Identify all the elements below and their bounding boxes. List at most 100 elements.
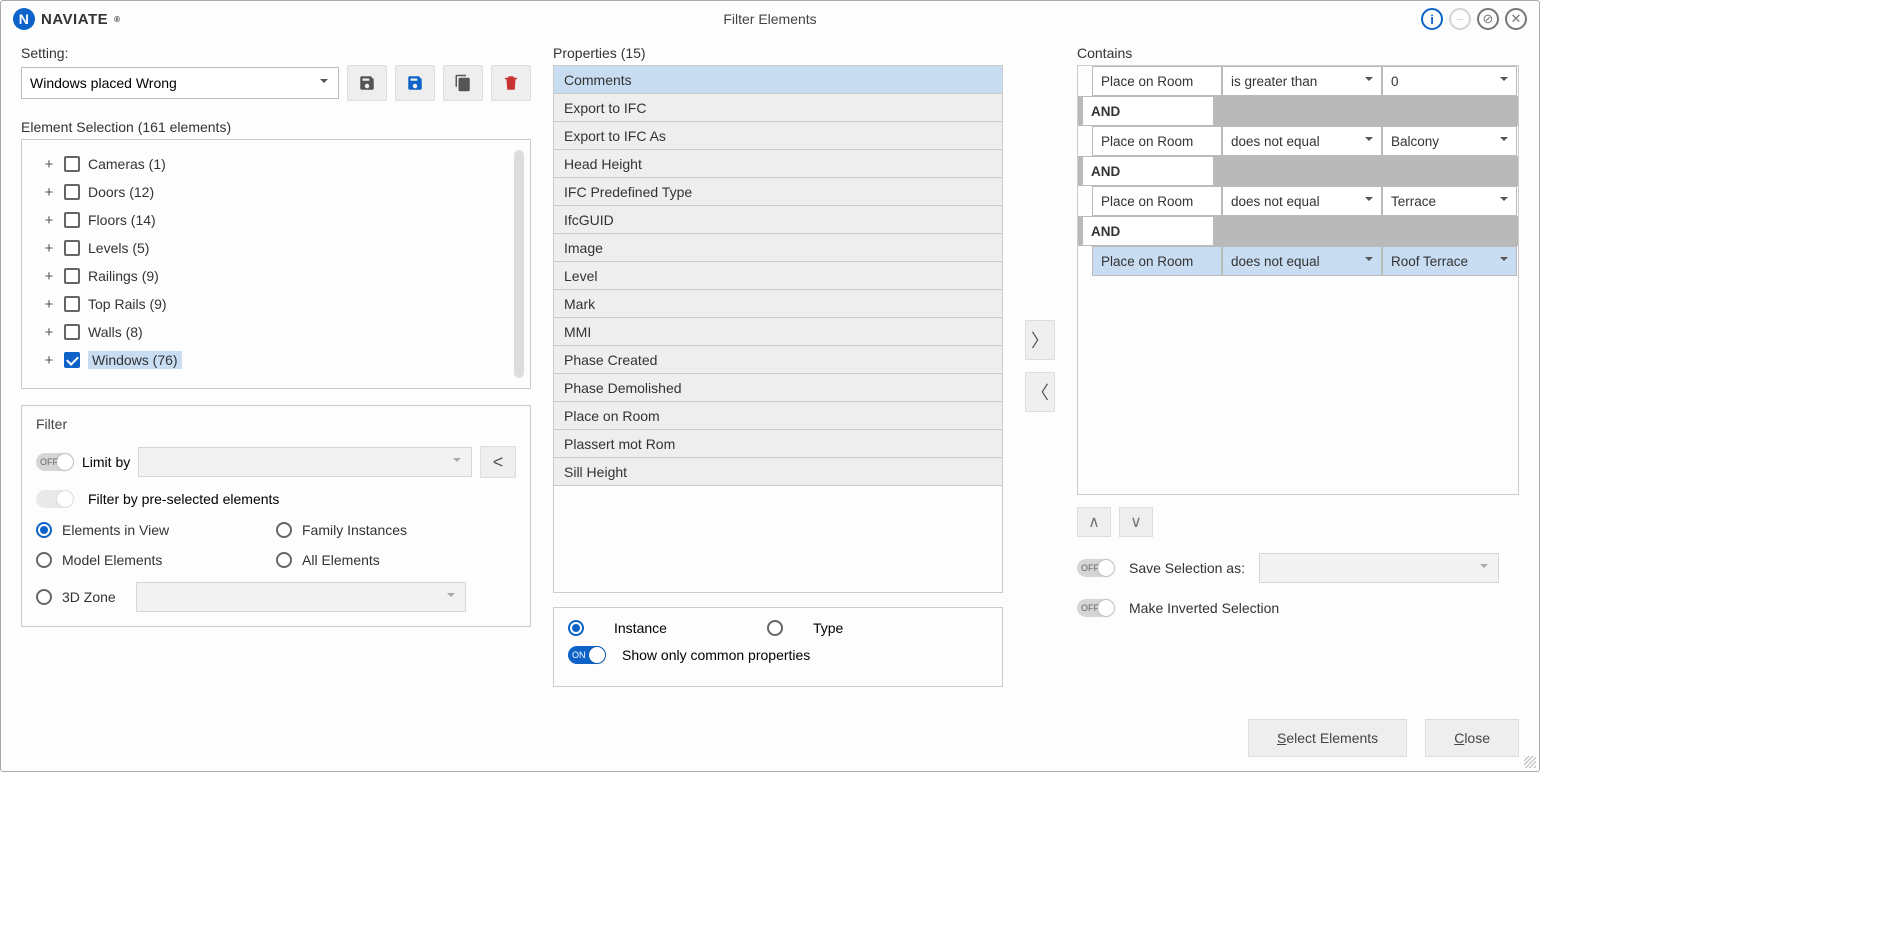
property-item[interactable]: Export to IFC: [554, 94, 1002, 122]
property-item[interactable]: Phase Demolished: [554, 374, 1002, 402]
rule-field[interactable]: Place on Room: [1092, 126, 1222, 156]
property-item[interactable]: IfcGUID: [554, 206, 1002, 234]
expand-icon[interactable]: +: [42, 324, 56, 341]
checkbox[interactable]: [64, 240, 80, 256]
properties-options: Instance Type ON Show only common proper…: [553, 607, 1003, 687]
preselected-toggle[interactable]: [36, 490, 74, 508]
minimize-icon: −: [1449, 8, 1471, 30]
tree-item[interactable]: + Top Rails (9): [42, 290, 526, 318]
expand-icon[interactable]: +: [42, 156, 56, 173]
preselected-label: Filter by pre-selected elements: [88, 491, 279, 507]
radio-instance[interactable]: [568, 620, 584, 636]
logic-cell[interactable]: AND: [1082, 216, 1214, 246]
expand-icon[interactable]: +: [42, 184, 56, 201]
move-rule-up-button[interactable]: ∧: [1077, 507, 1111, 537]
tree-item[interactable]: + Doors (12): [42, 178, 526, 206]
radio-type[interactable]: [767, 620, 783, 636]
expand-icon[interactable]: +: [42, 268, 56, 285]
delete-button[interactable]: [491, 65, 531, 101]
resize-grip[interactable]: [1524, 756, 1536, 768]
rule-operator[interactable]: does not equal: [1222, 126, 1382, 156]
close-button[interactable]: Close: [1425, 719, 1519, 757]
radio-3d-zone[interactable]: [36, 589, 52, 605]
tree-item-label: Floors (14): [88, 212, 156, 228]
checkbox[interactable]: [64, 156, 80, 172]
checkbox[interactable]: [64, 212, 80, 228]
property-item[interactable]: Sill Height: [554, 458, 1002, 486]
contains-label: Contains: [1077, 45, 1519, 61]
property-item[interactable]: Head Height: [554, 150, 1002, 178]
rule-value[interactable]: 0: [1382, 66, 1517, 96]
rule-operator[interactable]: is greater than: [1222, 66, 1382, 96]
show-common-toggle[interactable]: ON: [568, 646, 606, 664]
save-button[interactable]: [347, 65, 387, 101]
rule-row: Place on Room does not equal Terrace: [1078, 186, 1518, 216]
setting-combo[interactable]: Windows placed Wrong: [21, 67, 339, 99]
radio-all-elements[interactable]: [276, 552, 292, 568]
rule-row: AND: [1078, 156, 1518, 186]
checkbox[interactable]: [64, 296, 80, 312]
duplicate-button[interactable]: [443, 65, 483, 101]
tree-item[interactable]: + Walls (8): [42, 318, 526, 346]
property-item[interactable]: Place on Room: [554, 402, 1002, 430]
tree-item[interactable]: + Floors (14): [42, 206, 526, 234]
remove-rule-button[interactable]: 〈: [1025, 372, 1055, 412]
radio-family-instances[interactable]: [276, 522, 292, 538]
invert-selection-toggle[interactable]: OFF: [1077, 599, 1115, 617]
info-icon[interactable]: i: [1421, 8, 1443, 30]
expand-icon[interactable]: +: [42, 240, 56, 257]
brand-name: NAVIATE: [41, 11, 108, 28]
tree-item-label: Railings (9): [88, 268, 159, 284]
checkbox[interactable]: [64, 268, 80, 284]
rule-operator[interactable]: does not equal: [1222, 186, 1382, 216]
tree-item[interactable]: + Cameras (1): [42, 150, 526, 178]
tree-item-label: Windows (76): [88, 351, 182, 369]
select-elements-button[interactable]: Select Elements: [1248, 719, 1407, 757]
element-selection-tree[interactable]: + Cameras (1)+ Doors (12)+ Floors (14)+ …: [21, 139, 531, 389]
logic-cell[interactable]: AND: [1082, 156, 1214, 186]
logic-cell[interactable]: AND: [1082, 96, 1214, 126]
property-item[interactable]: Export to IFC As: [554, 122, 1002, 150]
rule-value[interactable]: Roof Terrace: [1382, 246, 1517, 276]
checkbox[interactable]: [64, 184, 80, 200]
properties-list[interactable]: CommentsExport to IFCExport to IFC AsHea…: [553, 65, 1003, 593]
close-icon[interactable]: ✕: [1505, 8, 1527, 30]
rule-value[interactable]: Balcony: [1382, 126, 1517, 156]
add-rule-button[interactable]: 〉: [1025, 320, 1055, 360]
move-rule-down-button[interactable]: ∨: [1119, 507, 1153, 537]
expand-icon[interactable]: +: [42, 212, 56, 229]
property-item[interactable]: Level: [554, 262, 1002, 290]
rule-row: Place on Room does not equal Balcony: [1078, 126, 1518, 156]
property-item[interactable]: IFC Predefined Type: [554, 178, 1002, 206]
checkbox[interactable]: [64, 324, 80, 340]
limit-by-collapse-button[interactable]: <: [480, 446, 516, 478]
radio-elements-in-view[interactable]: [36, 522, 52, 538]
property-item[interactable]: MMI: [554, 318, 1002, 346]
expand-icon[interactable]: +: [42, 352, 56, 369]
rule-field[interactable]: Place on Room: [1092, 186, 1222, 216]
save-as-button[interactable]: [395, 65, 435, 101]
filter-header: Filter: [36, 416, 516, 432]
scrollbar[interactable]: [514, 150, 524, 378]
checkbox[interactable]: [64, 352, 80, 368]
radio-model-elements[interactable]: [36, 552, 52, 568]
property-item[interactable]: Phase Created: [554, 346, 1002, 374]
rule-value[interactable]: Terrace: [1382, 186, 1517, 216]
save-selection-toggle[interactable]: OFF: [1077, 559, 1115, 577]
tree-item[interactable]: + Windows (76): [42, 346, 526, 374]
property-item[interactable]: Comments: [554, 66, 1002, 94]
property-item[interactable]: Plassert mot Rom: [554, 430, 1002, 458]
expand-icon[interactable]: +: [42, 296, 56, 313]
limit-by-toggle[interactable]: OFF: [36, 453, 74, 471]
property-item[interactable]: Image: [554, 234, 1002, 262]
property-item[interactable]: Mark: [554, 290, 1002, 318]
rule-row: Place on Room is greater than 0: [1078, 66, 1518, 96]
dialog-title: Filter Elements: [723, 11, 816, 27]
tree-item[interactable]: + Levels (5): [42, 234, 526, 262]
rule-field[interactable]: Place on Room: [1092, 66, 1222, 96]
disable-icon[interactable]: ⊘: [1477, 8, 1499, 30]
rule-operator[interactable]: does not equal: [1222, 246, 1382, 276]
tree-item[interactable]: + Railings (9): [42, 262, 526, 290]
rule-field[interactable]: Place on Room: [1092, 246, 1222, 276]
rules-list: Place on Room is greater than 0AND Place…: [1077, 65, 1519, 495]
